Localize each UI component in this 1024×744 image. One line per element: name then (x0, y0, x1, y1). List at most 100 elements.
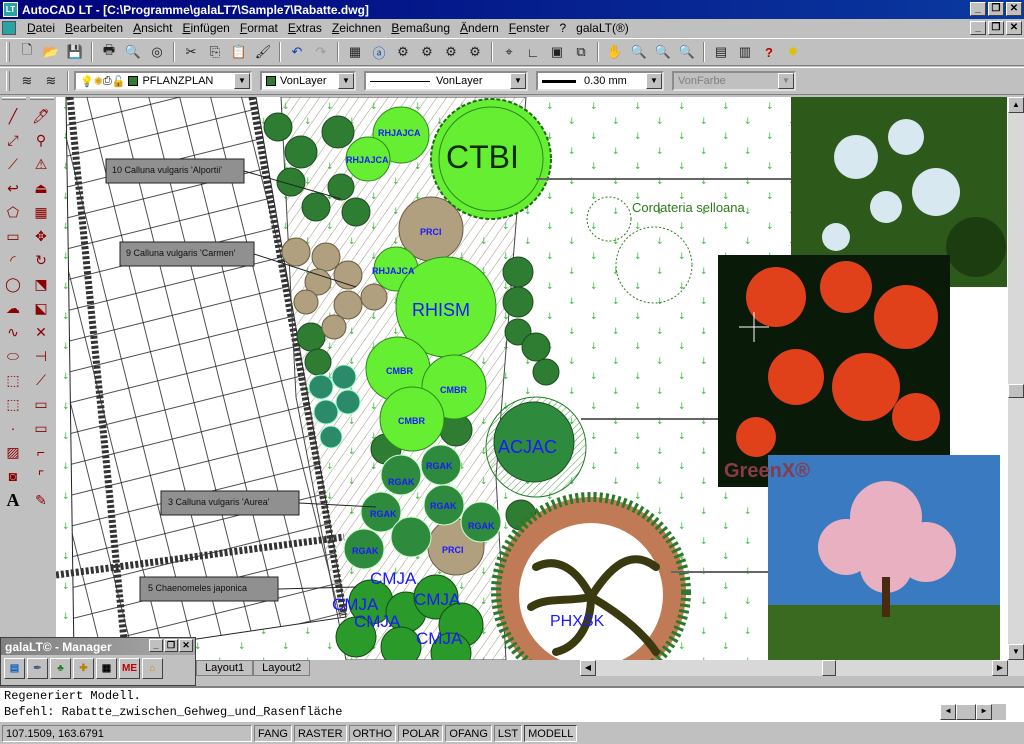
layer-icon[interactable]: ▤ (4, 658, 25, 679)
design-center-icon[interactable]: ▦ (344, 41, 366, 63)
calculator-icon[interactable]: ▥ (734, 41, 756, 63)
properties-icon[interactable]: ⚙ (392, 41, 414, 63)
paste-icon[interactable]: 📋 (228, 41, 250, 63)
chamfer-icon[interactable]: ⌐ (30, 441, 52, 463)
arc-icon[interactable]: ◜ (2, 249, 24, 271)
menu-bearbeiten[interactable]: Bearbeiten (60, 21, 128, 35)
layer-manager-icon[interactable]: ⚙ (440, 41, 462, 63)
vertical-scrollbar[interactable]: ▲ ▼ (1008, 97, 1024, 660)
scroll-right-icon[interactable]: ▶ (976, 704, 992, 720)
tab-layout2[interactable]: Layout2 (253, 660, 311, 676)
named-views-icon[interactable]: ▣ (546, 41, 568, 63)
toolbar-grip[interactable] (6, 71, 10, 91)
drawing-canvas[interactable]: ↓ ↓ (56, 97, 1008, 660)
pan-icon[interactable]: ✋ (604, 41, 626, 63)
rectangle-icon[interactable]: ▭ (2, 225, 24, 247)
pen-icon[interactable]: ✒ (27, 658, 48, 679)
galalt-manager-panel[interactable]: galaLT© - Manager _ ❐ ✕ ▤ ✒ ♣ ✚ ▦ ME ⌂ (0, 637, 196, 686)
open-file-icon[interactable]: 📂 (40, 41, 62, 63)
scroll-up-icon[interactable]: ▲ (1008, 97, 1024, 113)
new-file-icon[interactable]: 🗋 (16, 41, 38, 63)
properties-panel-icon[interactable]: ▤ (710, 41, 732, 63)
manager-title-bar[interactable]: galaLT© - Manager _ ❐ ✕ (1, 638, 195, 655)
join-icon[interactable]: ▭ (30, 417, 52, 439)
undo-icon[interactable]: ↶ (286, 41, 308, 63)
tree-icon[interactable]: ♣ (50, 658, 71, 679)
menu-extras[interactable]: Extras (283, 21, 327, 35)
insert-block-icon[interactable]: ⬚ (2, 369, 24, 391)
command-scrollbar[interactable]: ◀ ▶ (940, 704, 1006, 720)
scale-icon[interactable]: ⬔ (30, 273, 52, 295)
array-icon[interactable]: ▦ (30, 201, 52, 223)
redo-icon[interactable]: ↷ (310, 41, 332, 63)
document-icon[interactable] (2, 21, 16, 35)
toggle-polar[interactable]: POLAR (398, 725, 444, 742)
tool-palette-icon[interactable]: ⚙ (416, 41, 438, 63)
color-select[interactable]: VonLayer ▼ (260, 71, 356, 91)
menu-format[interactable]: Format (235, 21, 283, 35)
hscroll-thumb[interactable] (822, 660, 836, 676)
minimize-button[interactable]: _ (970, 2, 986, 16)
print-icon[interactable]: 🖶 (98, 41, 120, 63)
publish-icon[interactable]: ◎ (146, 41, 168, 63)
command-prompt[interactable]: Befehl: Rabatte_zwischen_Gehweg_und_Rase… (4, 704, 1024, 720)
layer-stack-icon[interactable]: ≋ (16, 70, 38, 92)
make-block-icon[interactable]: ⬚ (2, 393, 24, 415)
doc-minimize-button[interactable]: _ (970, 21, 986, 35)
hatch-icon[interactable]: ▨ (2, 441, 24, 463)
extend-icon[interactable]: ⊣ (30, 345, 52, 367)
toggle-modell[interactable]: MODELL (524, 725, 578, 742)
tab-layout1[interactable]: Layout1 (196, 660, 254, 676)
scroll-down-icon[interactable]: ▼ (1008, 644, 1024, 660)
save-icon[interactable]: 💾 (64, 41, 86, 63)
copy-icon[interactable]: ⎘ (204, 41, 226, 63)
horizontal-scrollbar[interactable]: ◀ ▶ (580, 660, 1024, 676)
menu-aendern[interactable]: Ändern (455, 21, 504, 35)
spline-icon[interactable]: ∿ (2, 321, 24, 343)
linetype-select[interactable]: VonLayer ▼ (364, 71, 528, 91)
move-icon[interactable]: ✥ (30, 225, 52, 247)
menu-galalt[interactable]: galaLT(®) (571, 21, 634, 35)
text-icon[interactable]: A (2, 489, 24, 511)
measure-icon[interactable]: ✚ (73, 658, 94, 679)
polyline-arc-icon[interactable]: ↩ (2, 177, 24, 199)
region-icon[interactable]: ◙ (2, 465, 24, 487)
construction-line-icon[interactable]: ⤢ (2, 129, 24, 151)
autocad-app-icon[interactable]: LT (3, 2, 18, 17)
star-icon[interactable]: ✸ (782, 41, 804, 63)
lineweight-select[interactable]: 0.30 mm ▼ (536, 71, 664, 91)
toggle-raster[interactable]: RASTER (293, 725, 347, 742)
grid-icon[interactable]: ▦ (96, 658, 117, 679)
menu-help[interactable]: ? (554, 21, 571, 35)
xref-icon[interactable]: ⚙ (464, 41, 486, 63)
zoom-realtime-icon[interactable]: 🔍 (628, 41, 650, 63)
match-properties-icon[interactable]: 🖌 (252, 41, 274, 63)
break-at-point-icon[interactable]: ▭ (30, 393, 52, 415)
revision-cloud-icon[interactable]: ☁ (2, 297, 24, 319)
toggle-fang[interactable]: FANG (254, 725, 292, 742)
chevron-down-icon[interactable]: ▼ (338, 73, 354, 89)
menu-datei[interactable]: Datei (22, 21, 60, 35)
toggle-ofang[interactable]: OFANG (445, 725, 492, 742)
chevron-down-icon[interactable]: ▼ (510, 73, 526, 89)
layer-select[interactable]: 💡 ✺ ⎙ 🔓 PFLANZPLAN ▼ (74, 71, 252, 91)
cmd-scroll-thumb[interactable] (956, 704, 976, 720)
manager-minimize-button[interactable]: _ (149, 639, 163, 652)
cut-icon[interactable]: ✂ (180, 41, 202, 63)
restore-button[interactable]: ❐ (988, 2, 1004, 16)
scroll-right-icon[interactable]: ▶ (992, 660, 1008, 676)
zoom-previous-icon[interactable]: 🔍 (676, 41, 698, 63)
scroll-left-icon[interactable]: ◀ (940, 704, 956, 720)
rotate-icon[interactable]: ↻ (30, 249, 52, 271)
mirror-icon[interactable]: ⚠ (30, 153, 52, 175)
toolbar-grip[interactable] (6, 42, 10, 62)
break-icon[interactable]: ⟋ (30, 369, 52, 391)
planting-plan[interactable]: ↓ ↓ (56, 97, 1008, 660)
circle-icon[interactable]: ◯ (2, 273, 24, 295)
explode-icon[interactable]: ✎ (30, 489, 52, 511)
erase-icon[interactable]: 🖊 (30, 105, 52, 127)
print-preview-icon[interactable]: 🔍 (122, 41, 144, 63)
polygon-icon[interactable]: ⬠ (2, 201, 24, 223)
house-icon[interactable]: ⌂ (142, 658, 163, 679)
polyline-icon[interactable]: ⟋ (2, 153, 24, 175)
